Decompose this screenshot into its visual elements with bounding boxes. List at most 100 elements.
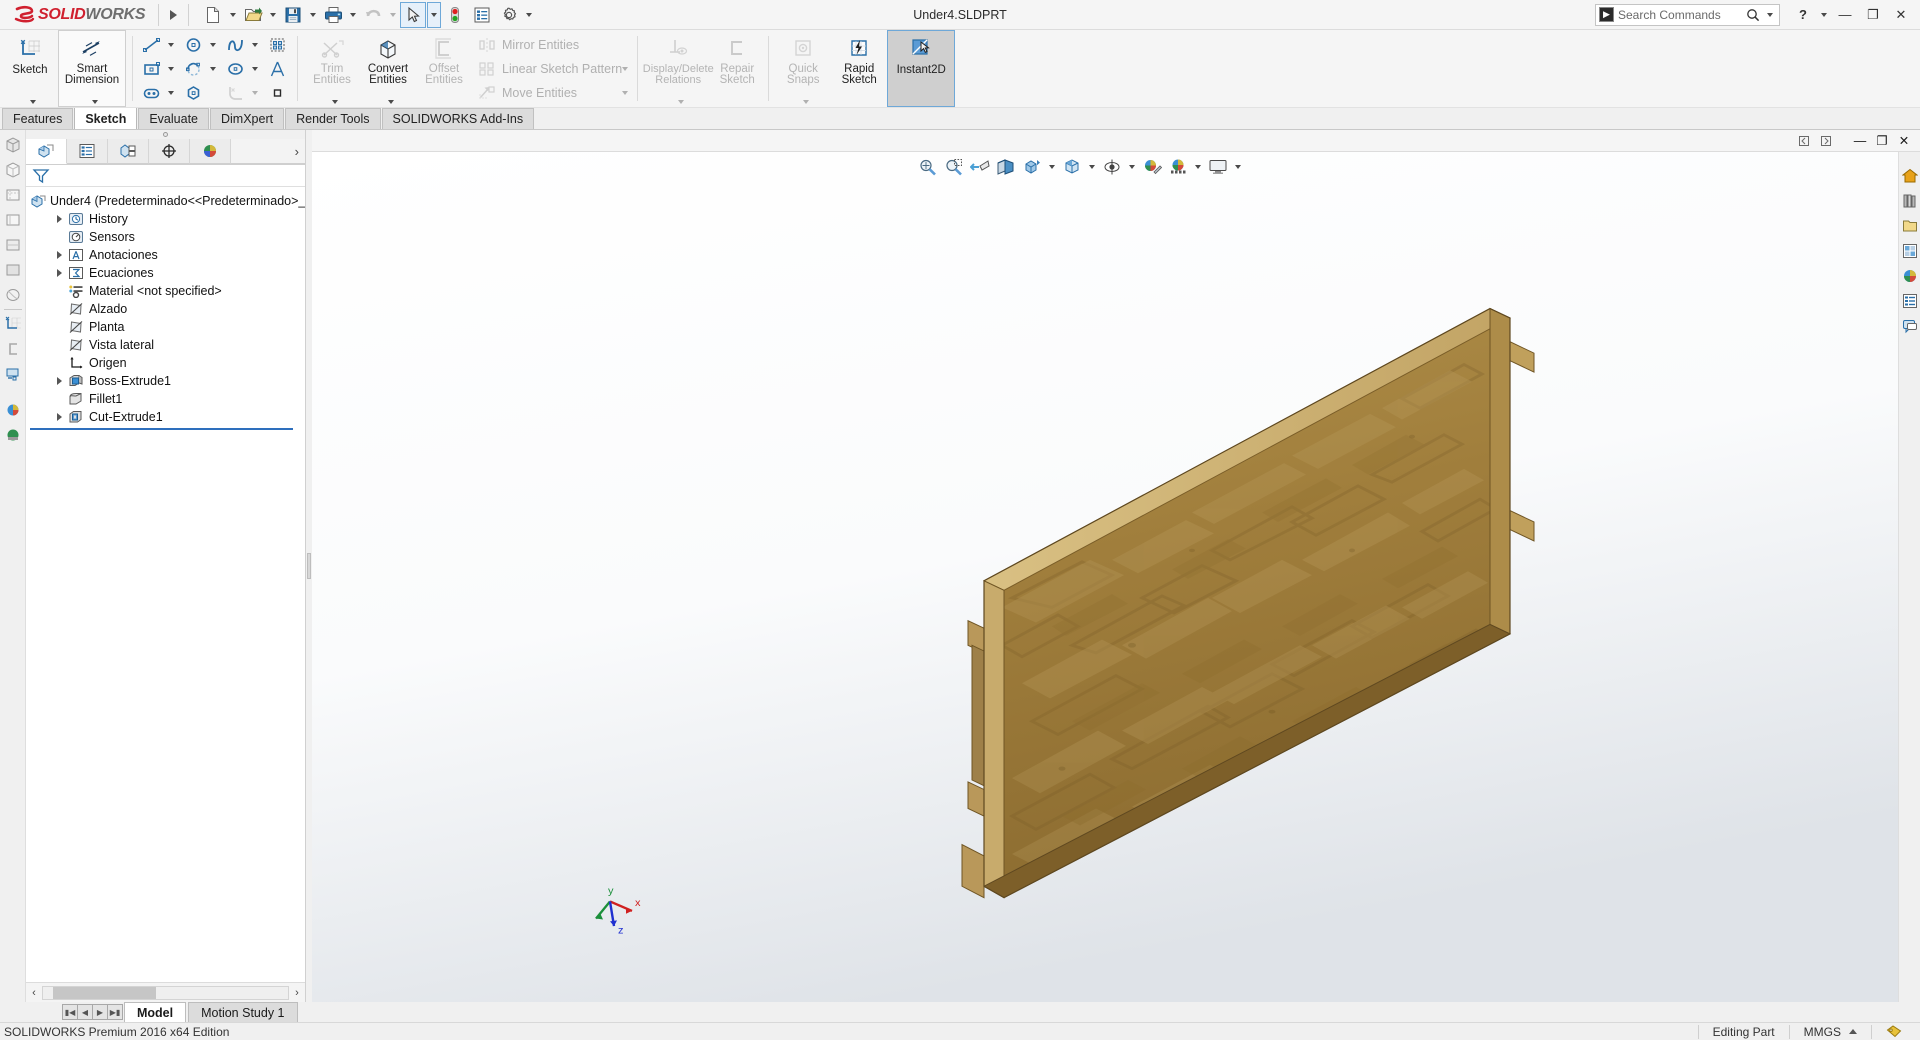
ellipse-tool-button[interactable] xyxy=(221,57,263,81)
trim-entities-button[interactable]: Trim Entities xyxy=(304,30,360,107)
prev-sheet-button[interactable]: ◀ xyxy=(77,1004,93,1020)
section-view-button[interactable] xyxy=(994,156,1018,178)
close-button[interactable]: ✕ xyxy=(1888,3,1914,27)
circle-tool-button[interactable] xyxy=(179,33,221,57)
arc-tool-button[interactable] xyxy=(179,57,221,81)
tab-solidworks-addins[interactable]: SOLIDWORKS Add-Ins xyxy=(381,108,535,129)
units-cell[interactable]: MMGS xyxy=(1788,1024,1871,1039)
options-button[interactable] xyxy=(496,2,522,28)
bottom-tab-motion-study[interactable]: Motion Study 1 xyxy=(188,1002,298,1022)
rectangle-tool-button[interactable] xyxy=(137,57,179,81)
scroll-right-button[interactable]: › xyxy=(289,984,305,1002)
tree-item-fillet1[interactable]: Fillet1 xyxy=(26,390,305,408)
horizontal-scrollbar[interactable] xyxy=(42,985,289,1000)
linear-sketch-pattern-button[interactable]: Linear Sketch Pattern xyxy=(474,57,633,81)
wireframe-box-icon[interactable] xyxy=(2,159,24,181)
tree-item-material[interactable]: Material <not specified> xyxy=(26,282,305,300)
chevron-down-icon[interactable] xyxy=(388,100,394,104)
viewport-next-window-button[interactable] xyxy=(1816,131,1836,151)
file-explorer-icon[interactable] xyxy=(1900,216,1920,236)
expander[interactable] xyxy=(52,215,66,223)
first-sheet-button[interactable]: ▮◀ xyxy=(62,1004,78,1020)
feature-tree-filter[interactable] xyxy=(26,165,305,187)
chevron-down-icon[interactable] xyxy=(622,90,629,95)
chevron-down-icon[interactable] xyxy=(1195,165,1201,169)
tab-evaluate[interactable]: Evaluate xyxy=(138,108,209,129)
save-document-button[interactable] xyxy=(280,2,306,28)
edit-appearance-button[interactable] xyxy=(1140,156,1164,178)
view-orientation-button[interactable] xyxy=(1020,156,1044,178)
sketch-rail-icon[interactable] xyxy=(2,313,24,335)
chevron-down-icon[interactable] xyxy=(210,42,216,47)
tree-tab-dimxpert-manager[interactable] xyxy=(149,139,190,164)
chevron-down-icon[interactable] xyxy=(30,100,36,104)
search-commands-box[interactable]: ▶ Search Commands xyxy=(1595,3,1780,26)
tab-render-tools[interactable]: Render Tools xyxy=(285,108,381,129)
sketch-fillet-tool-button[interactable] xyxy=(221,81,263,105)
chevron-down-icon[interactable] xyxy=(1767,12,1773,17)
tree-item-anotaciones[interactable]: Anotaciones xyxy=(26,246,305,264)
next-sheet-button[interactable]: ▶ xyxy=(92,1004,108,1020)
slot-tool-button[interactable] xyxy=(137,81,179,105)
chevron-down-icon[interactable] xyxy=(350,12,357,17)
chevron-down-icon[interactable] xyxy=(168,66,174,71)
move-entities-button[interactable]: Move Entities xyxy=(474,81,633,105)
expander[interactable] xyxy=(52,377,66,385)
previous-view-button[interactable] xyxy=(968,156,992,178)
chevron-down-icon[interactable] xyxy=(526,12,533,17)
hidden-lines-icon[interactable] xyxy=(2,184,24,206)
tree-tab-display-manager[interactable] xyxy=(190,139,231,164)
chevron-down-icon[interactable] xyxy=(332,100,338,104)
home-icon[interactable] xyxy=(1900,166,1920,186)
chevron-down-icon[interactable] xyxy=(310,12,317,17)
sketch-button[interactable]: Sketch xyxy=(2,30,58,107)
chevron-down-icon[interactable] xyxy=(1049,165,1055,169)
chevron-down-icon[interactable] xyxy=(678,100,685,104)
tab-features[interactable]: Features xyxy=(2,108,74,129)
scenes-rail-icon[interactable] xyxy=(2,424,24,446)
print-document-button[interactable] xyxy=(320,2,346,28)
tab-dimxpert[interactable]: DimXpert xyxy=(210,108,285,129)
chevron-down-icon[interactable] xyxy=(270,12,277,17)
panel-drag-handle[interactable] xyxy=(26,130,305,139)
display-style-button[interactable] xyxy=(1060,156,1084,178)
scrollbar-thumb[interactable] xyxy=(52,986,156,999)
display-rail-icon[interactable] xyxy=(2,363,24,385)
quick-snaps-button[interactable]: Quick Snaps xyxy=(775,30,831,107)
tree-item-history[interactable]: History xyxy=(26,210,305,228)
solidworks-forum-icon[interactable] xyxy=(1900,316,1920,336)
viewport-close-button[interactable]: ✕ xyxy=(1894,131,1914,151)
tree-item-ecuaciones[interactable]: Ecuaciones xyxy=(26,264,305,282)
help-button[interactable]: ? xyxy=(1790,3,1816,27)
chevron-down-icon[interactable] xyxy=(1821,12,1827,17)
tree-tab-configuration-manager[interactable] xyxy=(108,139,149,164)
tree-item-boss-extrude1[interactable]: Boss-Extrude1 xyxy=(26,372,305,390)
file-properties-button[interactable] xyxy=(469,2,495,28)
chevron-down-icon[interactable] xyxy=(252,66,258,71)
view-palette-icon[interactable] xyxy=(1900,241,1920,261)
chevron-down-icon[interactable] xyxy=(168,90,174,95)
line-tool-button[interactable] xyxy=(137,33,179,57)
tree-tab-overflow[interactable]: › xyxy=(231,139,305,164)
point-tool-button[interactable] xyxy=(263,81,293,105)
viewport-minimize-button[interactable]: — xyxy=(1850,131,1870,151)
instant2d-button[interactable]: Instant2D xyxy=(887,30,956,107)
scroll-left-button[interactable]: ‹ xyxy=(26,984,42,1002)
select-dropdown-button[interactable] xyxy=(427,1,442,28)
chevron-down-icon[interactable] xyxy=(92,100,98,104)
mirror-entities-button[interactable]: Mirror Entities xyxy=(474,33,633,57)
shaded-icon[interactable] xyxy=(2,259,24,281)
new-document-button[interactable] xyxy=(200,2,226,28)
tree-item-origen[interactable]: Origen xyxy=(26,354,305,372)
expander[interactable] xyxy=(52,251,66,259)
chevron-down-icon[interactable] xyxy=(230,12,237,17)
chevron-down-icon[interactable] xyxy=(390,12,397,17)
chevron-down-icon[interactable] xyxy=(1089,165,1095,169)
shaded-with-edges-icon[interactable] xyxy=(2,234,24,256)
model-canvas[interactable]: y x z xyxy=(312,152,1920,1002)
tree-tab-feature-manager[interactable] xyxy=(26,139,67,164)
spline-tool-button[interactable] xyxy=(221,33,263,57)
display-delete-relations-button[interactable]: Display/Delete Relations xyxy=(643,30,714,107)
sketch-pattern-tool-button[interactable] xyxy=(263,33,293,57)
chevron-down-icon[interactable] xyxy=(803,100,810,104)
